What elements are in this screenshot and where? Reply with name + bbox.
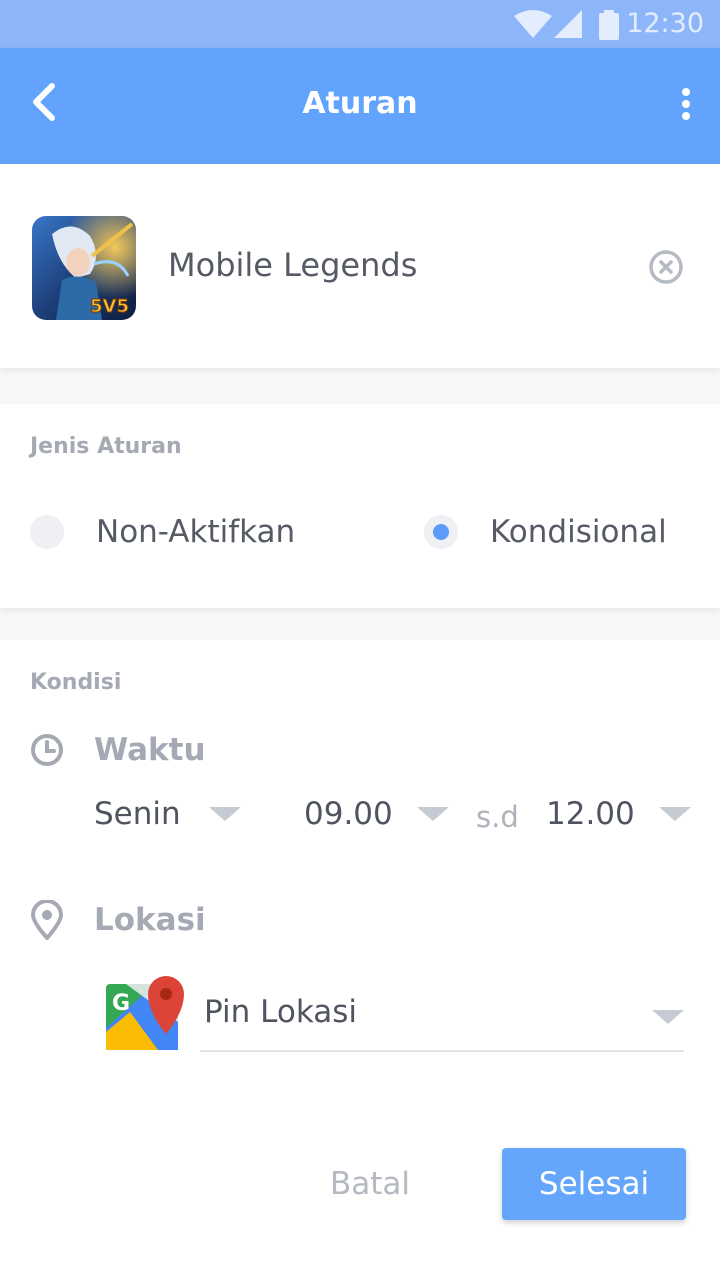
more-options-icon[interactable] xyxy=(678,86,694,126)
google-maps-icon: G xyxy=(106,976,184,1050)
app-name: Mobile Legends xyxy=(168,246,418,284)
rule-type-label: Jenis Aturan xyxy=(30,434,182,459)
time-label: Waktu xyxy=(94,732,206,768)
radio-label-kondisional: Kondisional xyxy=(490,514,667,550)
time-row-header: Waktu xyxy=(30,732,206,768)
radio-non-aktifkan[interactable]: Non-Aktifkan xyxy=(30,508,295,556)
start-time-dropdown[interactable]: 09.00 xyxy=(304,796,449,832)
start-time-caret-icon xyxy=(416,807,449,821)
condition-card: Kondisi Waktu Senin 09.00 s.d 12.00 Loka… xyxy=(0,640,720,1280)
start-time-value: 09.00 xyxy=(304,796,393,832)
app-icon: 5V5 xyxy=(32,216,136,320)
time-separator: s.d xyxy=(476,800,519,834)
radio-unselected-icon[interactable] xyxy=(30,515,64,549)
day-dropdown[interactable]: Senin xyxy=(94,796,241,832)
location-value: Pin Lokasi xyxy=(204,994,357,1030)
app-card: 5V5 Mobile Legends xyxy=(0,164,720,368)
end-time-value: 12.00 xyxy=(546,796,635,832)
status-time: 12:30 xyxy=(626,8,704,39)
done-button[interactable]: Selesai xyxy=(502,1148,686,1220)
radio-label-non-aktifkan: Non-Aktifkan xyxy=(96,514,296,550)
rule-type-card: Jenis Aturan Non-Aktifkan Kondisional xyxy=(0,404,720,608)
app-icon-badge: 5V5 xyxy=(90,296,129,317)
end-time-caret-icon xyxy=(658,807,691,821)
battery-icon xyxy=(599,10,619,40)
location-caret-icon xyxy=(652,1010,684,1024)
clock-icon xyxy=(31,734,63,766)
location-dropdown[interactable]: Pin Lokasi xyxy=(200,976,684,1052)
signal-icon xyxy=(554,10,582,38)
wifi-icon xyxy=(514,10,552,38)
page-title: Aturan xyxy=(302,86,418,121)
location-label: Lokasi xyxy=(94,902,206,938)
radio-kondisional[interactable]: Kondisional xyxy=(424,508,667,556)
remove-circle-icon[interactable] xyxy=(648,249,684,285)
day-value: Senin xyxy=(94,796,181,832)
app-bar: Aturan xyxy=(0,48,720,164)
cancel-button[interactable]: Batal xyxy=(310,1148,430,1220)
svg-text:G: G xyxy=(112,991,130,1016)
condition-label: Kondisi xyxy=(30,670,122,695)
radio-selected-icon[interactable] xyxy=(424,515,458,549)
location-pin-icon xyxy=(31,900,63,940)
location-row-header: Lokasi xyxy=(30,900,206,940)
day-caret-icon xyxy=(208,807,241,821)
end-time-dropdown[interactable]: 12.00 xyxy=(546,796,691,832)
status-bar: 12:30 xyxy=(0,0,720,48)
